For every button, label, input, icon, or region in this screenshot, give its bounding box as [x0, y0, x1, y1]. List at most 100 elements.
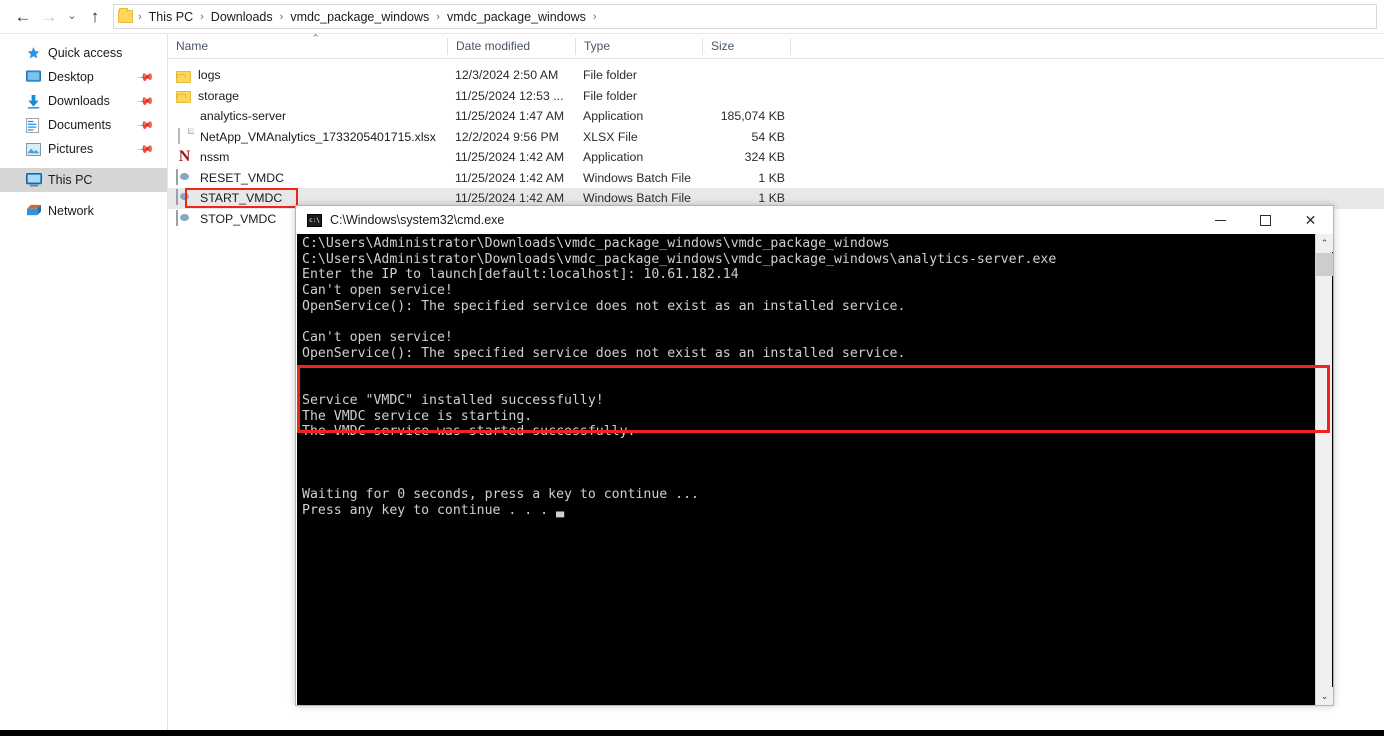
breadcrumb-this-pc[interactable]: This PC — [147, 10, 195, 24]
pin-icon[interactable]: 📌 — [137, 140, 156, 159]
pin-icon[interactable]: 📌 — [137, 116, 156, 135]
table-row[interactable]: N nssm 11/25/2024 1:42 AM Application 32… — [168, 147, 1384, 168]
file-name-cell[interactable]: analytics-server — [176, 108, 286, 124]
sidebar-item-quick-access[interactable]: Quick access — [0, 41, 167, 65]
column-divider[interactable] — [575, 38, 576, 55]
column-divider[interactable] — [702, 38, 703, 55]
batch-file-icon — [176, 168, 193, 186]
sort-chevron-up-icon: ⌃ — [311, 33, 321, 45]
forward-icon[interactable]: → — [36, 4, 62, 30]
console-scrollbar[interactable]: ⌃ ⌄ — [1315, 234, 1333, 705]
file-name-cell[interactable]: storage — [176, 88, 240, 104]
close-button[interactable]: ✕ — [1288, 206, 1333, 234]
file-name-label: NetApp_VMAnalytics_1733205401715.xlsx — [200, 129, 436, 144]
scrollbar-down-arrow-icon[interactable]: ⌄ — [1316, 687, 1333, 705]
folder-icon — [118, 8, 133, 23]
breadcrumb-separator: › — [436, 10, 440, 23]
folder-icon — [176, 91, 191, 104]
column-header-name[interactable]: Name — [168, 34, 208, 58]
column-header-size[interactable]: Size — [703, 34, 734, 58]
file-size-cell: 324 KB — [744, 150, 785, 165]
pin-icon[interactable]: 📌 — [137, 92, 156, 111]
table-row[interactable]: analytics-server 11/25/2024 1:47 AM Appl… — [168, 106, 1384, 127]
folder-icon — [176, 70, 191, 83]
letter-n-icon: N — [178, 148, 191, 166]
file-date-cell: 12/2/2024 9:56 PM — [455, 129, 559, 144]
cmd-title-bar[interactable]: C:\Windows\system32\cmd.exe ✕ — [296, 206, 1333, 234]
recent-locations-chevron-down-icon[interactable]: ⌄ — [62, 4, 82, 30]
file-name-cell[interactable]: NetApp_VMAnalytics_1733205401715.xlsx — [176, 127, 436, 145]
breadcrumb-separator: › — [279, 10, 284, 23]
scrollbar-thumb[interactable] — [1316, 253, 1333, 276]
file-date-cell: 11/25/2024 1:42 AM — [455, 191, 565, 206]
column-header-date-modified[interactable]: Date modified — [448, 34, 530, 58]
table-row[interactable]: logs 12/3/2024 2:50 AM File folder — [168, 65, 1384, 86]
table-row[interactable]: NetApp_VMAnalytics_1733205401715.xlsx 12… — [168, 127, 1384, 148]
file-name-label: storage — [198, 88, 240, 103]
navigation-toolbar: ← → ⌄ ↑ › This PC › Downloads › vmdc_pac… — [0, 0, 1384, 33]
maximize-button[interactable] — [1243, 206, 1288, 234]
sidebar-item-network[interactable]: Network — [0, 199, 167, 223]
column-header-row: ⌃ Name Date modified Type Size — [168, 33, 1384, 59]
file-name-label: logs — [198, 68, 221, 83]
sidebar-item-pictures[interactable]: Pictures 📌 — [0, 137, 167, 161]
computer-icon — [26, 172, 43, 188]
screenshot-root: ← → ⌄ ↑ › This PC › Downloads › vmdc_pac… — [0, 0, 1384, 736]
cmd-icon — [307, 213, 322, 227]
file-name-cell[interactable]: STOP_VMDC — [176, 209, 277, 227]
breadcrumb-vmdc-package-windows-2[interactable]: vmdc_package_windows — [445, 10, 588, 24]
sidebar-item-downloads[interactable]: Downloads 📌 — [0, 89, 167, 113]
batch-file-icon — [176, 209, 193, 227]
file-type-cell: Application — [583, 109, 644, 124]
table-row[interactable]: RESET_VMDC 11/25/2024 1:42 AM Windows Ba… — [168, 168, 1384, 189]
file-type-cell: File folder — [583, 88, 637, 103]
sidebar-item-documents[interactable]: Documents 📌 — [0, 113, 167, 137]
command-prompt-window[interactable]: C:\Windows\system32\cmd.exe ✕ C:\Users\A… — [295, 205, 1334, 706]
column-divider[interactable] — [790, 38, 791, 55]
column-header-type[interactable]: Type — [576, 34, 610, 58]
file-size-cell: 54 KB — [751, 129, 786, 144]
file-name-cell[interactable]: logs — [176, 68, 221, 83]
maximize-icon — [1260, 214, 1271, 226]
documents-icon — [26, 117, 43, 133]
document-icon — [176, 127, 193, 145]
file-rows-container: logs 12/3/2024 2:50 AM File folder stora… — [168, 59, 1384, 229]
close-icon: ✕ — [1304, 211, 1317, 228]
green-hexagon-icon — [176, 108, 193, 124]
scrollbar-up-arrow-icon[interactable]: ⌃ — [1316, 234, 1333, 252]
bottom-edge-strip — [0, 730, 1384, 736]
up-one-level-icon[interactable]: ↑ — [82, 4, 108, 30]
file-name-label: STOP_VMDC — [200, 211, 277, 226]
desktop-icon — [26, 69, 43, 85]
console-output-area[interactable]: C:\Users\Administrator\Downloads\vmdc_pa… — [297, 234, 1333, 705]
back-icon[interactable]: ← — [10, 4, 36, 30]
table-row[interactable]: storage 11/25/2024 12:53 ... File folder — [168, 86, 1384, 107]
address-bar[interactable]: › This PC › Downloads › vmdc_package_win… — [113, 4, 1377, 29]
minimize-icon — [1215, 219, 1226, 221]
breadcrumb-separator: › — [592, 10, 597, 23]
file-type-cell: Application — [583, 150, 644, 165]
breadcrumb-separator: › — [200, 10, 204, 23]
pin-icon[interactable]: 📌 — [137, 68, 156, 87]
file-date-cell: 11/25/2024 1:42 AM — [455, 170, 565, 185]
sidebar-item-desktop[interactable]: Desktop 📌 — [0, 65, 167, 89]
breadcrumb-separator: › — [138, 10, 142, 23]
file-date-cell: 12/3/2024 2:50 AM — [455, 68, 559, 83]
download-icon — [26, 93, 43, 109]
file-name-label: RESET_VMDC — [200, 170, 285, 185]
network-icon — [26, 203, 43, 219]
file-name-cell[interactable]: RESET_VMDC — [176, 168, 285, 186]
file-type-cell: XLSX File — [583, 129, 638, 144]
breadcrumb-downloads[interactable]: Downloads — [209, 10, 275, 24]
file-name-label: nssm — [200, 150, 230, 165]
console-text: C:\Users\Administrator\Downloads\vmdc_pa… — [302, 236, 1057, 518]
sidebar-item-this-pc[interactable]: This PC — [0, 168, 167, 192]
breadcrumb-vmdc-package-windows-1[interactable]: vmdc_package_windows — [288, 10, 431, 24]
file-name-label: analytics-server — [200, 109, 287, 124]
file-name-cell[interactable]: START_VMDC — [176, 189, 282, 206]
minimize-button[interactable] — [1198, 206, 1243, 234]
column-divider[interactable] — [447, 38, 448, 55]
navigation-pane: Quick access Desktop 📌 Downloads 📌 Docum… — [0, 34, 167, 730]
file-name-cell[interactable]: N nssm — [176, 148, 230, 166]
file-type-cell: File folder — [583, 68, 637, 83]
